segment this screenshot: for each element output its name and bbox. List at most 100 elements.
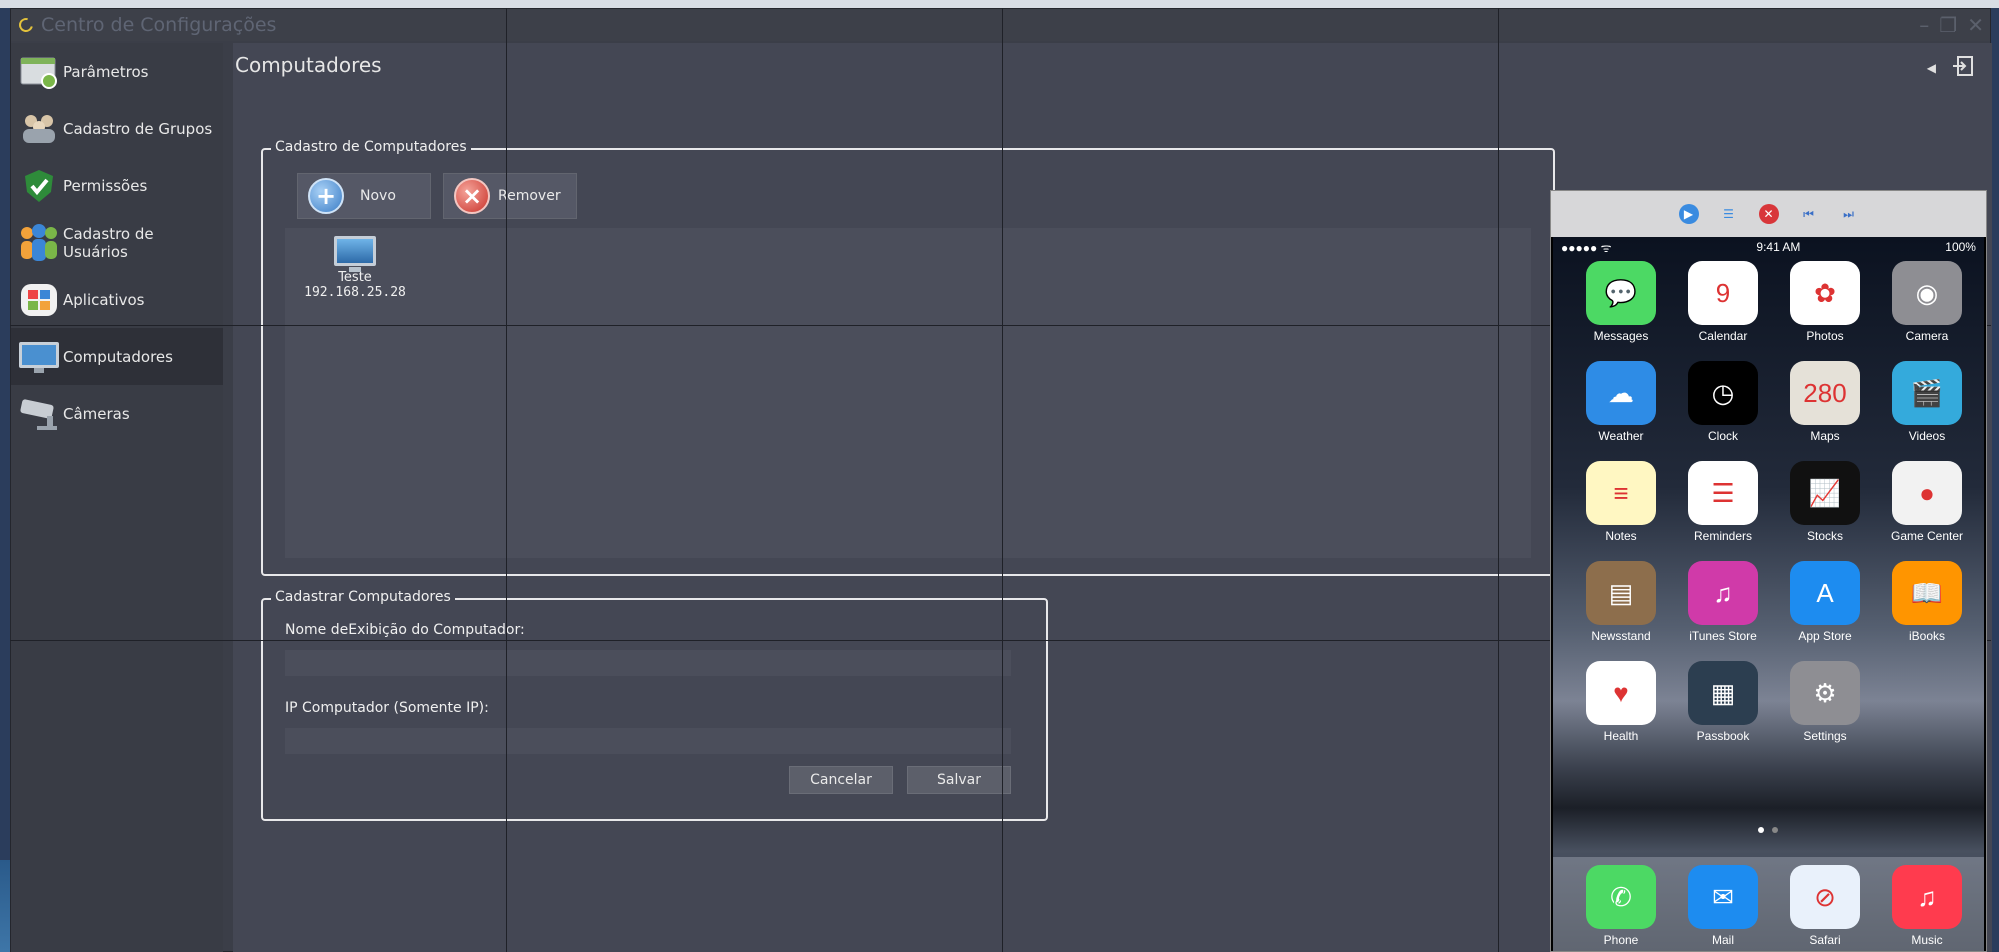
maps-icon: 280 <box>1790 361 1860 425</box>
simulator-toolbar: ▶ ☰ ✕ ⏮ ⏭ <box>1551 191 1986 237</box>
mail-icon: ✉ <box>1688 865 1758 929</box>
app-weather[interactable]: ☁ Weather <box>1571 361 1671 443</box>
sidebar-item-grupos[interactable]: Cadastro de Grupos <box>11 100 223 157</box>
sidebar-item-label: Aplicativos <box>63 290 145 309</box>
app-label: Music <box>1911 933 1943 947</box>
app-music[interactable]: ♫ Music <box>1877 865 1977 951</box>
sidebar-item-permissoes[interactable]: Permissões <box>11 157 223 214</box>
status-time: 9:41 AM <box>1756 240 1801 254</box>
new-button-label: Novo <box>360 188 396 204</box>
app-label: Mail <box>1711 933 1734 947</box>
sidebar: Parâmetros Cadastro de Grupos Permissões… <box>11 43 223 952</box>
window-title: Centro de Configurações <box>41 14 277 36</box>
plus-icon: + <box>308 178 344 214</box>
app-label: Clock <box>1707 429 1738 443</box>
computer-ip-input[interactable] <box>285 728 1011 754</box>
window-controls: – ❐ ✕ <box>1919 13 1984 37</box>
sidebar-item-label: Permissões <box>63 176 148 195</box>
notes-icon: ≡ <box>1586 461 1656 525</box>
app-notes[interactable]: ≡ Notes <box>1571 461 1671 543</box>
ip-label: IP Computador (Somente IP): <box>285 700 489 716</box>
dock: ✆ Phone ✉ Mail ⊘ Safari ♫ Music <box>1553 857 1984 951</box>
page-header: Computadores ◀ <box>233 43 1992 87</box>
app-maps[interactable]: 280 Maps <box>1775 361 1875 443</box>
arrow-left-icon[interactable]: ◀ <box>1927 61 1936 75</box>
new-button[interactable]: + Novo <box>297 173 431 219</box>
remove-button[interactable]: × Remover <box>443 173 577 219</box>
close-icon[interactable]: ✕ <box>1967 13 1984 37</box>
computer-name-input[interactable] <box>285 650 1011 676</box>
grid-line <box>1498 8 1499 952</box>
app-label: iTunes Store <box>1689 629 1757 643</box>
app-itunes-store[interactable]: ♫ iTunes Store <box>1673 561 1773 643</box>
section-legend: Cadastro de Computadores <box>271 139 471 155</box>
rewind-icon[interactable]: ⏮ <box>1799 204 1819 224</box>
clock-icon: ◷ <box>1688 361 1758 425</box>
apps-icon <box>17 280 61 320</box>
app-messages[interactable]: 💬 Messages <box>1571 261 1671 343</box>
app-videos[interactable]: 🎬 Videos <box>1877 361 1977 443</box>
maximize-icon[interactable]: ❐ <box>1939 13 1957 37</box>
app-settings[interactable]: ⚙ Settings <box>1775 661 1875 743</box>
app-stocks[interactable]: 📈 Stocks <box>1775 461 1875 543</box>
computer-list[interactable]: Teste 192.168.25.28 <box>285 228 1531 558</box>
users-group-icon <box>17 109 61 149</box>
app-label: Notes <box>1605 529 1637 543</box>
health-icon: ♥ <box>1586 661 1656 725</box>
grid-line <box>1002 8 1003 952</box>
monitor-icon <box>17 337 61 377</box>
music-icon: ♫ <box>1892 865 1962 929</box>
app-label: Videos <box>1908 429 1946 443</box>
signal-indicator: ●●●●● ᯤ <box>1561 240 1612 255</box>
app-label: Settings <box>1803 729 1847 743</box>
photos-icon: ✿ <box>1790 261 1860 325</box>
app-label: Stocks <box>1806 529 1843 543</box>
name-label: Nome deExibição do Computador: <box>285 622 525 638</box>
stocks-icon: 📈 <box>1790 461 1860 525</box>
exit-icon[interactable] <box>1952 55 1974 81</box>
app-photos[interactable]: ✿ Photos <box>1775 261 1875 343</box>
minimize-icon[interactable]: – <box>1919 13 1929 37</box>
app-calendar[interactable]: 9 Calendar <box>1673 261 1773 343</box>
play-icon[interactable]: ▶ <box>1678 204 1699 224</box>
sidebar-item-cameras[interactable]: Câmeras <box>11 385 223 442</box>
sidebar-item-label: Cadastro de Grupos <box>63 119 213 138</box>
monitor-icon <box>334 236 376 272</box>
page-title: Computadores <box>235 53 382 77</box>
settings-window-icon <box>17 52 61 92</box>
app-mail[interactable]: ✉ Mail <box>1673 865 1773 951</box>
sidebar-item-aplicativos[interactable]: Aplicativos <box>11 271 223 328</box>
app-store-icon: A <box>1790 561 1860 625</box>
calendar-icon: 9 <box>1688 261 1758 325</box>
app-app-store[interactable]: A App Store <box>1775 561 1875 643</box>
app-clock[interactable]: ◷ Clock <box>1673 361 1773 443</box>
sidebar-item-parametros[interactable]: Parâmetros <box>11 43 223 100</box>
app-phone[interactable]: ✆ Phone <box>1571 865 1671 951</box>
fast-forward-icon[interactable]: ⏭ <box>1839 204 1859 224</box>
ios-simulator: ▶ ☰ ✕ ⏮ ⏭ ●●●●● ᯤ 9:41 AM 100% 💬 Messages… <box>1550 190 1987 952</box>
remove-button-label: Remover <box>498 188 561 204</box>
app-newsstand[interactable]: ▤ Newsstand <box>1571 561 1671 643</box>
app-label: Passbook <box>1696 729 1750 743</box>
app-health[interactable]: ♥ Health <box>1571 661 1671 743</box>
messages-icon: 💬 <box>1586 261 1656 325</box>
app-safari[interactable]: ⊘ Safari <box>1775 865 1875 951</box>
home-screen-grid: 💬 Messages 9 Calendar ✿ Photos ◉ Camera ☁ Weather… <box>1553 261 1984 743</box>
app-label: Phone <box>1603 933 1639 947</box>
sidebar-item-computadores[interactable]: Computadores <box>11 328 223 385</box>
users-icon <box>17 223 61 263</box>
sidebar-item-usuarios[interactable]: Cadastro de Usuários <box>11 214 223 271</box>
desktop-strip <box>0 0 1999 8</box>
list-icon[interactable]: ☰ <box>1719 204 1739 224</box>
safari-icon: ⊘ <box>1790 865 1860 929</box>
app-game-center[interactable]: ● Game Center <box>1877 461 1977 543</box>
stop-icon[interactable]: ✕ <box>1758 204 1779 224</box>
app-reminders[interactable]: ☰ Reminders <box>1673 461 1773 543</box>
app-ibooks[interactable]: 📖 iBooks <box>1877 561 1977 643</box>
app-passbook[interactable]: ▦ Passbook <box>1673 661 1773 743</box>
computer-item[interactable]: Teste 192.168.25.28 <box>295 236 415 300</box>
itunes-store-icon: ♫ <box>1688 561 1758 625</box>
save-button[interactable]: Salvar <box>907 766 1011 794</box>
cancel-button[interactable]: Cancelar <box>789 766 893 794</box>
app-camera[interactable]: ◉ Camera <box>1877 261 1977 343</box>
